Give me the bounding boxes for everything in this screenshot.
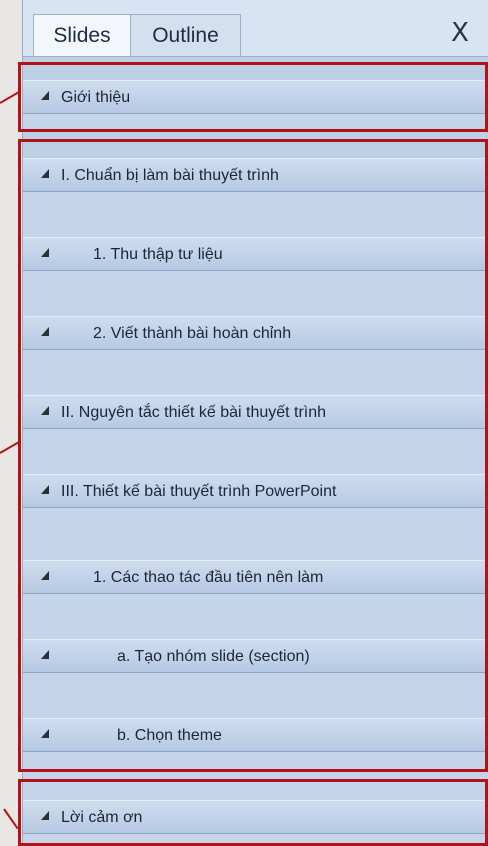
section-header-thu-thap[interactable]: 1. Thu thập tư liệu: [23, 237, 488, 271]
section-label: II. Nguyên tắc thiết kế bài thuyết trình: [61, 404, 327, 421]
section-label: 1. Các thao tác đầu tiên nên làm: [93, 569, 324, 586]
collapse-triangle-icon[interactable]: [41, 729, 49, 738]
section-header-viet-thanh[interactable]: 2. Viết thành bài hoàn chỉnh: [23, 316, 488, 350]
section-content-area: [23, 192, 488, 237]
section-header-gioi-thieu[interactable]: Giới thiệu: [23, 80, 488, 114]
pointer-line: [3, 808, 19, 830]
section-header-nguyen-tac[interactable]: II. Nguyên tắc thiết kế bài thuyết trình: [23, 395, 488, 429]
section-content-area: [23, 752, 488, 800]
collapse-triangle-icon[interactable]: [41, 248, 49, 257]
section-label: b. Chọn theme: [117, 727, 222, 744]
section-label: 1. Thu thập tư liệu: [93, 246, 223, 263]
section-content-area: [23, 673, 488, 718]
section-content-area: [23, 350, 488, 395]
pointer-line: [0, 441, 20, 454]
section-content-area: [23, 594, 488, 639]
pane-tab-bar: Slides Outline X: [23, 0, 488, 57]
section-header-tao-nhom[interactable]: a. Tạo nhóm slide (section): [23, 639, 488, 673]
section-content-area: [23, 114, 488, 128]
close-pane-button[interactable]: X: [443, 16, 477, 50]
collapse-triangle-icon[interactable]: [41, 91, 49, 100]
section-content-area: [23, 271, 488, 316]
section-header-thiet-ke-ppt[interactable]: III. Thiết kế bài thuyết trình PowerPoin…: [23, 474, 488, 508]
section-header-loi-cam-on[interactable]: Lời cảm ơn: [23, 800, 488, 834]
section-header-chon-theme[interactable]: b. Chọn theme: [23, 718, 488, 752]
section-content-area: [23, 834, 488, 846]
collapse-triangle-icon[interactable]: [41, 485, 49, 494]
collapse-triangle-icon[interactable]: [41, 811, 49, 820]
section-label: a. Tạo nhóm slide (section): [117, 648, 310, 665]
section-label: 2. Viết thành bài hoàn chỉnh: [93, 325, 292, 342]
tab-outline[interactable]: Outline: [131, 14, 241, 56]
section-label: I. Chuẩn bị làm bài thuyết trình: [61, 167, 279, 184]
section-header-chuan-bi[interactable]: I. Chuẩn bị làm bài thuyết trình: [23, 158, 488, 192]
pointer-line: [0, 91, 20, 104]
section-label: III. Thiết kế bài thuyết trình PowerPoin…: [61, 483, 337, 500]
section-label: Lời cảm ơn: [61, 809, 143, 826]
slides-pane: Slides Outline X Giới thiệu I. Chuẩn bị …: [22, 0, 488, 846]
collapse-triangle-icon[interactable]: [41, 169, 49, 178]
section-content-area: [23, 508, 488, 560]
collapse-triangle-icon[interactable]: [41, 327, 49, 336]
collapse-triangle-icon[interactable]: [41, 650, 49, 659]
tab-slides[interactable]: Slides: [33, 14, 131, 56]
section-header-cac-thao-tac[interactable]: 1. Các thao tác đầu tiên nên làm: [23, 560, 488, 594]
section-content-area: [23, 429, 488, 474]
collapse-triangle-icon[interactable]: [41, 571, 49, 580]
section-label: Giới thiệu: [61, 89, 131, 106]
collapse-triangle-icon[interactable]: [41, 406, 49, 415]
